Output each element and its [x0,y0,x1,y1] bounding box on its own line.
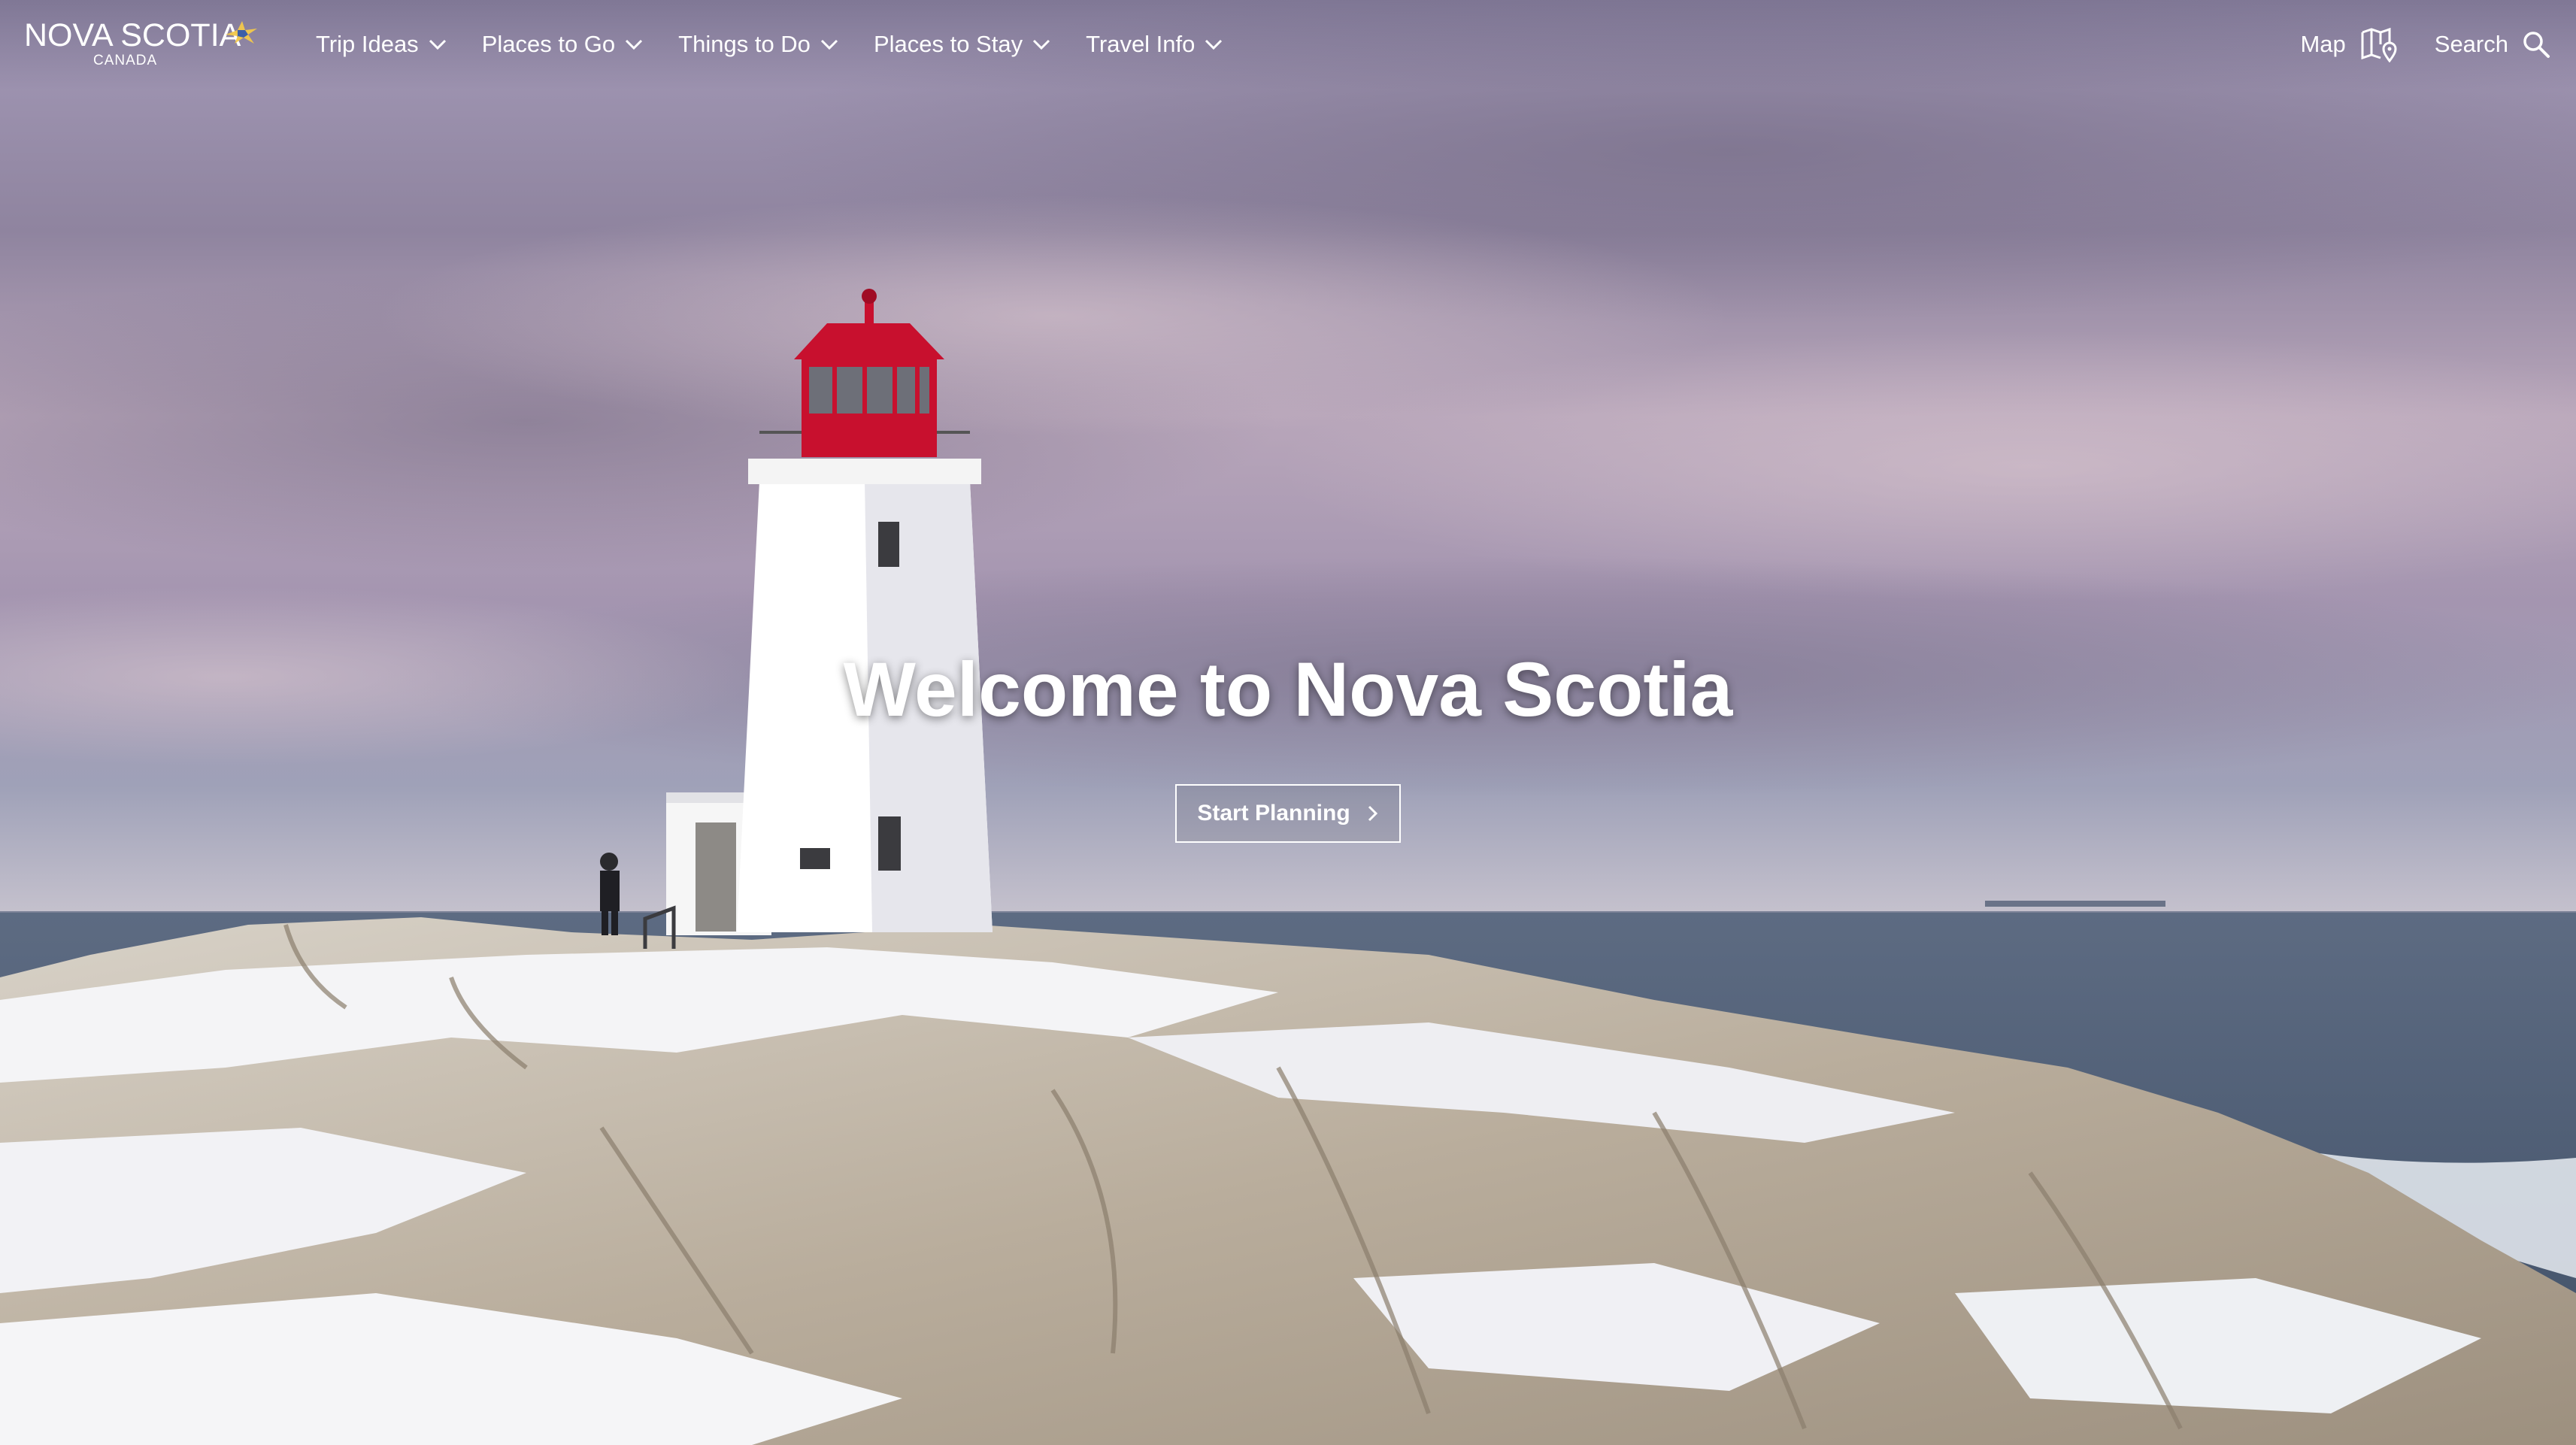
logo-wordmark: NOVA SCOTIA [24,17,241,53]
logo-flag-icon [226,21,257,44]
chevron-down-icon [1205,39,1223,50]
nova-scotia-logo[interactable]: NOVA SCOTIA CANADA [24,17,265,72]
main-menu: Trip Ideas Places to Go Things to Do Pla… [316,26,1258,63]
search-icon [2523,32,2550,58]
chevron-down-icon [429,39,446,50]
chevron-right-icon [1368,805,1377,822]
nav-item-label: Trip Ideas [316,31,419,57]
nav-item-label: Travel Info [1086,31,1196,57]
logo-subtitle: CANADA [93,53,158,68]
cta-label: Start Planning [1197,801,1350,825]
hero-section: NOVA SCOTIA CANADA Trip Ideas Places to … [0,0,2576,1445]
map-pin-icon [2361,27,2397,62]
map-label: Map [2300,31,2346,57]
search-label: Search [2434,31,2508,57]
chevron-down-icon [626,39,643,50]
chevron-down-icon [820,39,838,50]
hero-title: Welcome to Nova Scotia [843,647,1733,732]
nav-item-label: Places to Stay [873,31,1023,57]
nav-item-label: Places to Go [481,31,616,57]
nav-places-to-stay[interactable]: Places to Stay [874,31,1051,58]
nav-travel-info[interactable]: Travel Info [1086,31,1223,58]
map-button[interactable]: Map [2300,26,2398,62]
nav-trip-ideas[interactable]: Trip Ideas [316,31,447,58]
nav-places-to-go[interactable]: Places to Go [482,31,644,58]
nav-item-label: Things to Do [678,31,811,57]
chevron-down-icon [1033,39,1050,50]
utility-menu: Map Search [2264,23,2550,66]
start-planning-button[interactable]: Start Planning [1175,784,1401,843]
nav-things-to-do[interactable]: Things to Do [678,31,839,58]
search-button[interactable]: Search [2435,30,2550,59]
top-navigation: NOVA SCOTIA CANADA Trip Ideas Places to … [0,0,2576,90]
